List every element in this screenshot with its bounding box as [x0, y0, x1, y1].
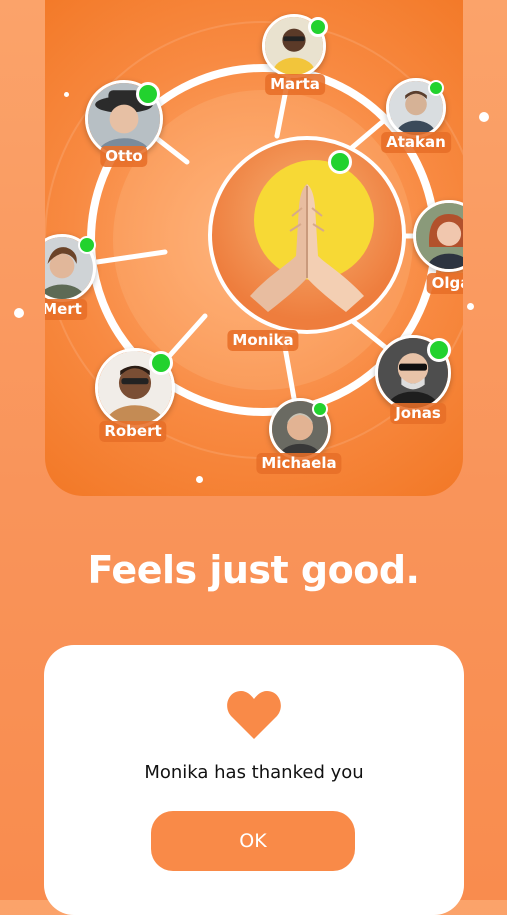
online-indicator-otto — [136, 82, 160, 106]
name-jonas: Jonas — [390, 403, 446, 424]
heart-icon — [227, 691, 281, 739]
headline: Feels just good. — [87, 548, 420, 592]
name-robert: Robert — [99, 421, 167, 442]
online-indicator-michaela — [312, 401, 328, 417]
online-indicator-jonas — [427, 338, 451, 362]
sparkle-dot — [467, 303, 474, 310]
sparkle-dot — [479, 112, 489, 122]
name-olga: Olga — [426, 273, 463, 294]
center-name: Monika — [227, 330, 299, 351]
center-online-indicator — [328, 150, 352, 174]
online-indicator-atakan — [428, 80, 444, 96]
praying-hands-icon — [250, 184, 364, 312]
online-indicator-marta — [308, 17, 328, 37]
sparkle-dot — [14, 308, 24, 318]
name-atakan: Atakan — [381, 132, 451, 153]
ok-button[interactable]: OK — [151, 811, 355, 871]
name-michaela: Michaela — [256, 453, 342, 474]
thanks-dialog: Monika has thanked you OK — [44, 645, 464, 915]
name-marta: Marta — [265, 74, 325, 95]
name-otto: Otto — [100, 146, 148, 167]
name-mert: Mert — [45, 299, 87, 320]
center-avatar — [208, 136, 406, 334]
network-hero: Monika Marta Atakan Olga Jonas Michaela … — [45, 0, 463, 496]
online-indicator-robert — [149, 351, 173, 375]
online-indicator-mert — [78, 236, 96, 254]
sparkle-dot — [64, 92, 69, 97]
sparkle-dot — [196, 476, 203, 483]
dialog-message: Monika has thanked you — [144, 762, 364, 783]
